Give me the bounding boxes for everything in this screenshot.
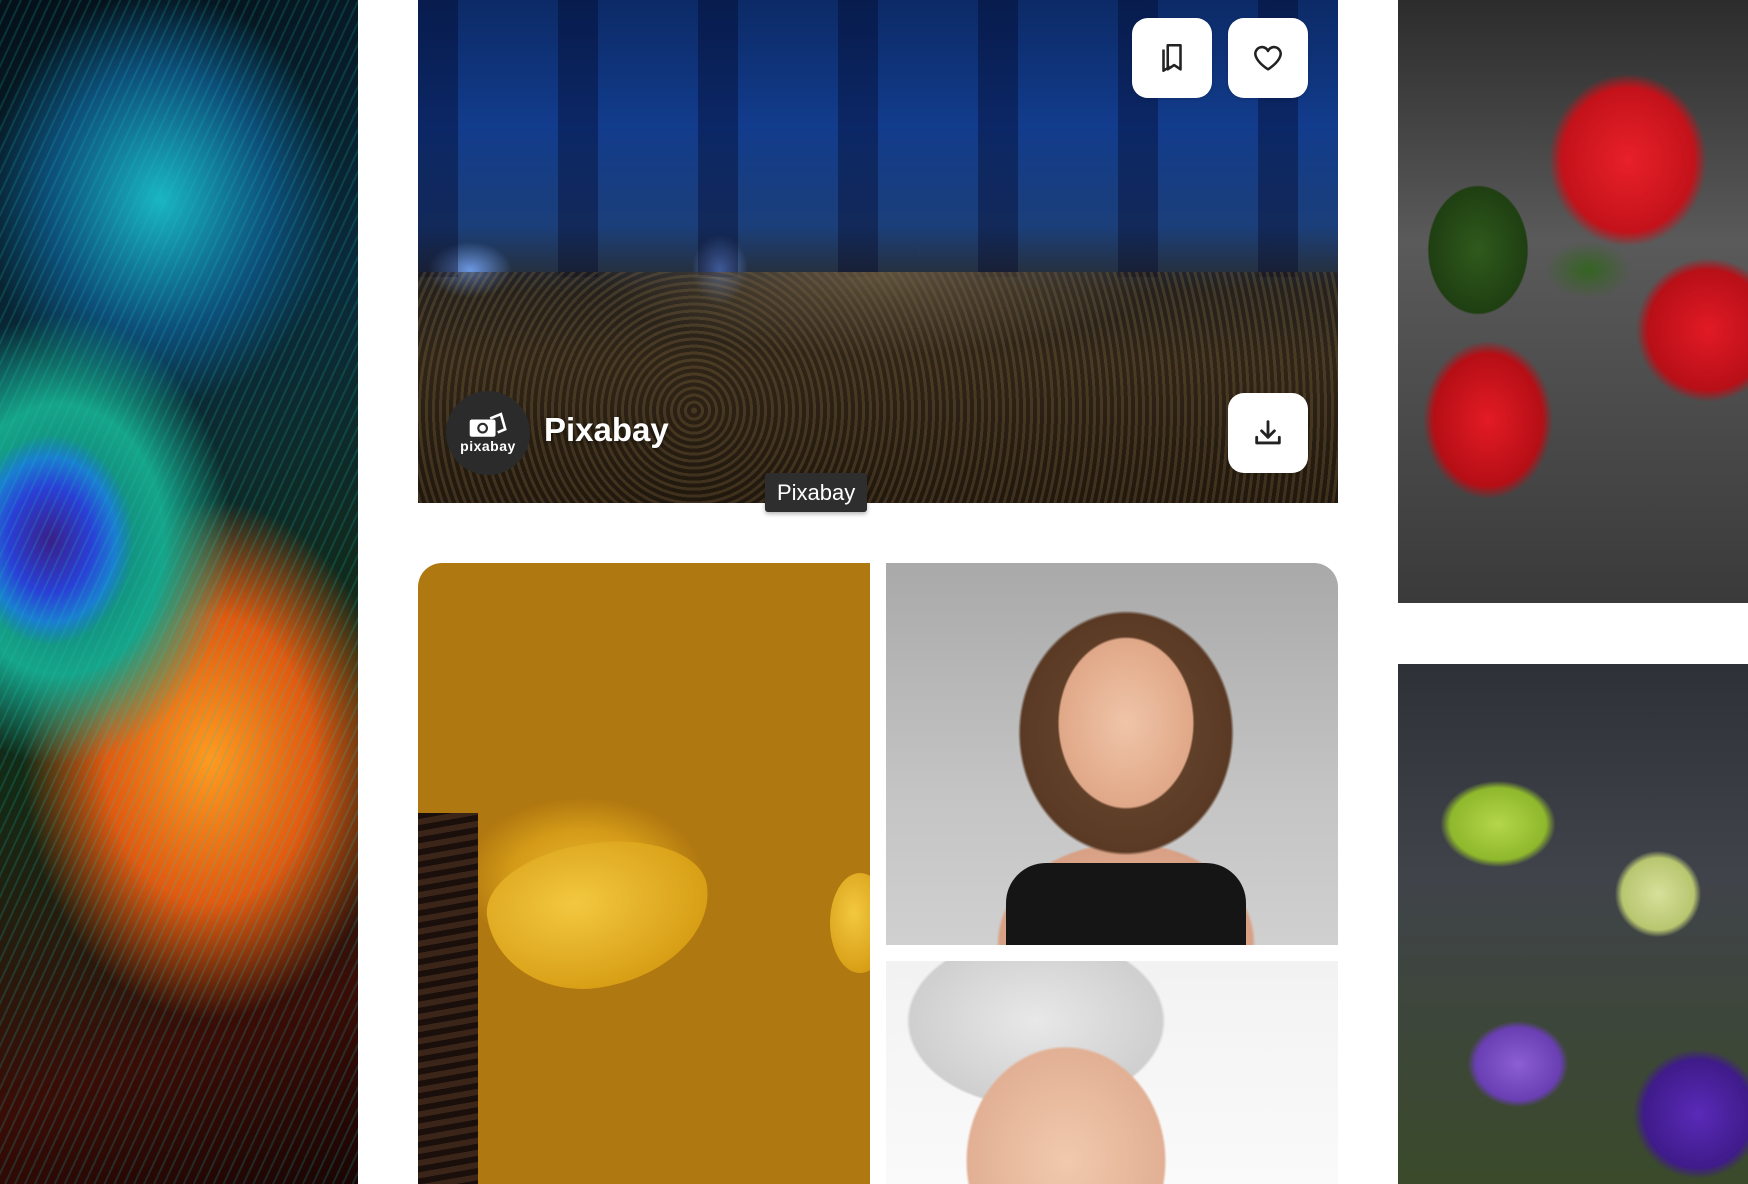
- download-button[interactable]: [1228, 393, 1308, 473]
- camera-icon: [469, 412, 507, 437]
- author-name-link[interactable]: Pixabay: [544, 411, 669, 449]
- feather-texture: [0, 0, 358, 1184]
- makeup-brush-photo[interactable]: [886, 563, 1338, 945]
- heart-icon: [1254, 45, 1282, 71]
- eye-patch-right: [830, 873, 870, 973]
- peacock-feather-photo[interactable]: [0, 0, 358, 1184]
- author-tooltip: Pixabay: [765, 473, 868, 512]
- add-to-collection-button[interactable]: [1132, 18, 1212, 98]
- towel-woman-photo[interactable]: [886, 961, 1338, 1184]
- black-top-detail: [1006, 863, 1246, 945]
- purple-flowers-photo[interactable]: [1398, 664, 1748, 1184]
- ground-texture: [418, 271, 1338, 503]
- bookmark-collection-icon: [1162, 43, 1182, 73]
- download-icon: [1255, 420, 1281, 445]
- author-avatar[interactable]: pixabay: [446, 391, 530, 475]
- braids-detail: [418, 813, 478, 1184]
- hibiscus-photo[interactable]: [1398, 0, 1748, 603]
- under-eye-patch-photo[interactable]: [418, 563, 870, 1184]
- eye-patch-left: [479, 828, 719, 1002]
- like-button[interactable]: [1228, 18, 1308, 98]
- avatar-logo-text: pixabay: [460, 438, 516, 454]
